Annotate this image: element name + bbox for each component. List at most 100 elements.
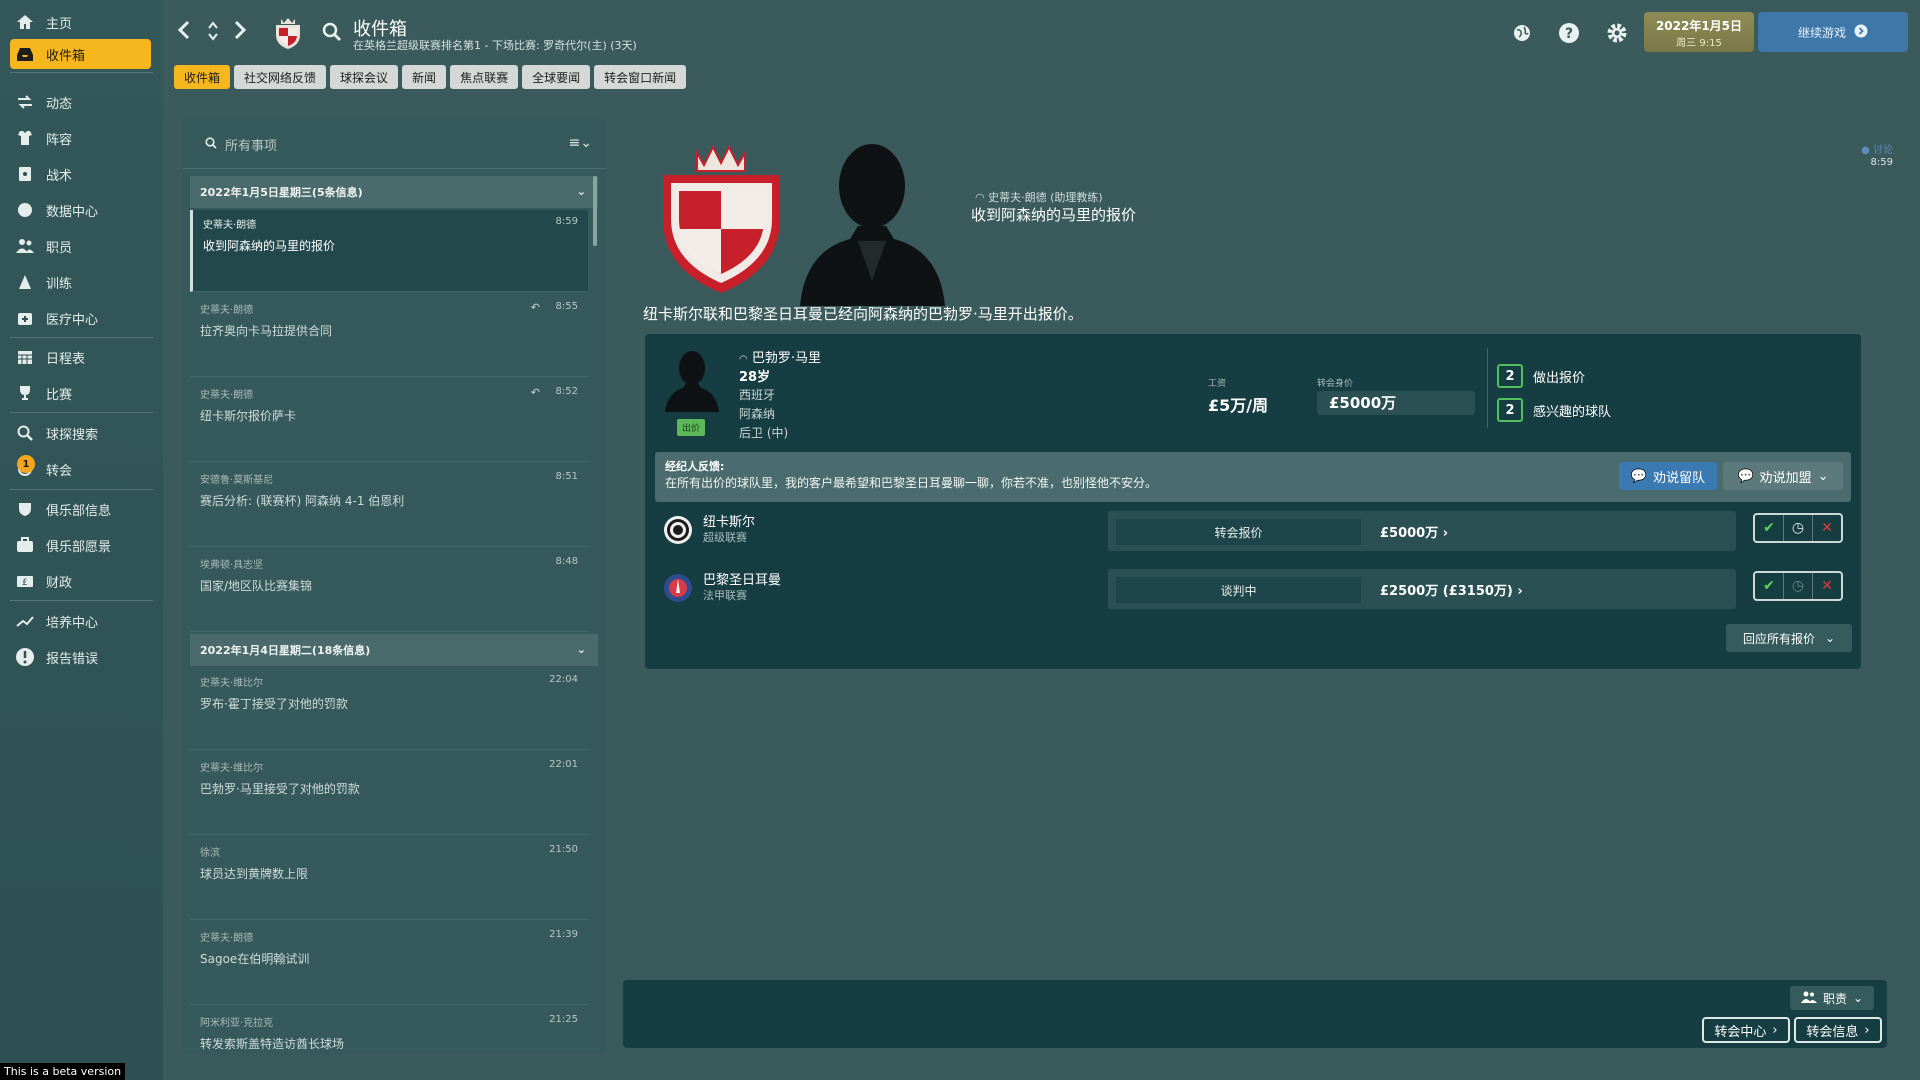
club-crest-icon[interactable] xyxy=(273,16,303,50)
sidebar-item-training[interactable]: 训练 xyxy=(10,267,151,297)
player-nationality: 西班牙 xyxy=(739,388,776,402)
tab-social-feedback[interactable]: 社交网络反馈 xyxy=(234,65,327,89)
sidebar-item-calendar[interactable]: 日程表 xyxy=(10,342,151,372)
search-icon[interactable] xyxy=(322,22,342,46)
sidebar-item-club-vision[interactable]: 俱乐部愿景 xyxy=(10,530,151,560)
svg-text:?: ? xyxy=(1565,26,1573,42)
sidebar-item-squad[interactable]: 阵容 xyxy=(10,123,151,153)
tab-scout-meeting[interactable]: 球探会议 xyxy=(330,65,399,89)
gear-icon[interactable] xyxy=(1606,22,1628,44)
accept-icon[interactable]: ✔ xyxy=(1755,515,1784,541)
tab-focus-leagues[interactable]: 焦点联赛 xyxy=(450,65,519,89)
sidebar-item-label: 培养中心 xyxy=(46,615,99,631)
persuade-stay-button[interactable]: 💬 劝说留队 xyxy=(1619,462,1717,490)
continue-button[interactable]: 继续游戏 xyxy=(1758,12,1908,52)
sidebar-item-home[interactable]: 主页 xyxy=(10,7,151,37)
inbox-search[interactable]: 所有事项 xyxy=(205,135,277,154)
list-item[interactable]: 史蒂夫·朗德 21:39 Sagoe在伯明翰试训 xyxy=(190,923,588,1005)
msg-sender: 史蒂夫·朗德 xyxy=(200,305,254,316)
sidebar-item-finances[interactable]: £ 财政 xyxy=(10,566,151,596)
transfer-info-button[interactable]: 转会信息 › xyxy=(1794,1017,1882,1043)
sale-tag: 出价 xyxy=(677,419,706,436)
reply-icon: ↶ xyxy=(530,386,540,399)
sidebar-item-club-info[interactable]: 俱乐部信息 xyxy=(10,494,151,524)
tab-transfer-window-news[interactable]: 转会窗口新闻 xyxy=(594,65,687,89)
transfer-centre-button[interactable]: 转会中心 › xyxy=(1702,1017,1790,1043)
vision-icon xyxy=(15,535,35,555)
msg-sender: 徐滨 xyxy=(200,848,220,859)
discuss-label: 讨论 xyxy=(1873,145,1893,156)
interested-clubs-stat[interactable]: 2 感兴趣的球队 xyxy=(1497,398,1611,422)
sidebar-item-inbox[interactable]: 收件箱 xyxy=(10,39,151,69)
list-item[interactable]: 史蒂夫·朗德 ↶ 8:55 拉齐奥向卡马拉提供合同 xyxy=(190,295,588,377)
game-date[interactable]: 2022年1月5日 周三 9:15 xyxy=(1644,12,1754,52)
discuss-link[interactable]: ● 讨论 xyxy=(1861,141,1893,156)
up-down-icon[interactable] xyxy=(207,20,219,47)
message-time: 8:59 xyxy=(1870,157,1893,168)
sidebar-item-data-hub[interactable]: 数据中心 xyxy=(10,195,151,225)
chat-bubble-icon: 💬 xyxy=(1630,468,1648,484)
tab-bar: 收件箱 社交网络反馈 球探会议 新闻 焦点联赛 全球要闻 转会窗口新闻 xyxy=(174,65,687,89)
msg-sender: 史蒂夫·朗德 xyxy=(203,220,257,231)
sidebar-item-tactics[interactable]: 战术 xyxy=(10,159,151,189)
sidebar-item-medical[interactable]: 医疗中心 xyxy=(10,303,151,333)
offer-amount[interactable]: £2500万 (£3150万) › xyxy=(1380,580,1523,599)
list-item[interactable]: 史蒂夫·朗德 ↶ 8:52 纽卡斯尔报价萨卡 xyxy=(190,380,588,462)
offer-amount[interactable]: £5000万 › xyxy=(1380,522,1448,541)
date-group-header[interactable]: 2022年1月4日星期二(18条信息) ⌄ xyxy=(190,634,598,666)
reject-icon[interactable]: ✕ xyxy=(1813,573,1841,599)
inbox-list: 所有事项 ≡⌄ 2022年1月5日星期三(5条信息) ⌄ 史蒂夫·朗德 8:59… xyxy=(183,119,606,1054)
persuade-join-button[interactable]: 💬 劝说加盟 ⌄ xyxy=(1723,462,1843,490)
date-group-header[interactable]: 2022年1月5日星期三(5条信息) ⌄ xyxy=(190,176,598,208)
list-item[interactable]: 阿米利亚·克拉克 21:25 转发索斯盖特造访酋长球场 xyxy=(190,1008,588,1054)
transfer-value-label: 转会身价 xyxy=(1317,379,1354,389)
list-item[interactable]: 史蒂夫·维比尔 22:01 巴勃罗·马里接受了对他的罚款 xyxy=(190,753,588,835)
filter-menu-icon[interactable]: ≡⌄ xyxy=(569,135,592,151)
list-item[interactable]: 史蒂夫·朗德 8:59 收到阿森纳的马里的报价 xyxy=(190,210,588,292)
back-arrow-icon[interactable] xyxy=(177,20,191,45)
reject-icon[interactable]: ✕ xyxy=(1813,515,1841,541)
tab-news[interactable]: 新闻 xyxy=(402,65,447,89)
msg-time: 8:48 xyxy=(555,556,578,567)
offers-made-stat[interactable]: 2 做出报价 xyxy=(1497,364,1585,388)
sidebar-item-scouting[interactable]: 球探搜索 xyxy=(10,418,151,448)
globe-icon[interactable] xyxy=(1511,22,1533,44)
accept-icon[interactable]: ✔ xyxy=(1755,573,1784,599)
message-detail: ◠ 史蒂夫·朗德 (助理教练) 收到阿森纳的马里的报价 ● 讨论 8:59 纽卡… xyxy=(615,119,1905,1049)
tab-inbox[interactable]: 收件箱 xyxy=(174,65,231,89)
player-name[interactable]: ◠ 巴勃罗·马里 xyxy=(739,347,821,366)
transfer-value: £5000万 xyxy=(1317,391,1475,415)
msg-sender: 史蒂夫·朗德 xyxy=(200,390,254,401)
offers-made-count: 2 xyxy=(1497,364,1523,388)
list-scrollbar[interactable] xyxy=(593,176,597,246)
psg-badge-icon[interactable] xyxy=(663,573,693,603)
sidebar-item-competitions[interactable]: 比赛 xyxy=(10,378,151,408)
newcastle-badge-icon[interactable] xyxy=(663,515,693,545)
help-icon[interactable]: ? xyxy=(1558,22,1580,44)
sidebar-item-development[interactable]: 培养中心 xyxy=(10,606,151,636)
medical-icon xyxy=(15,308,35,328)
staff-responsibilities-button[interactable]: 职责 ⌄ xyxy=(1790,986,1874,1010)
data-hub-icon xyxy=(15,200,35,220)
msg-time: 8:51 xyxy=(555,471,578,482)
club-name[interactable]: 纽卡斯尔 xyxy=(703,511,755,530)
sidebar-item-report-bug[interactable]: 报告错误 xyxy=(10,642,151,672)
development-icon xyxy=(15,611,35,631)
sidebar-item-dynamics[interactable]: 动态 xyxy=(10,87,151,117)
respond-all-offers-button[interactable]: 回应所有报价 ⌄ xyxy=(1726,624,1852,652)
club-name[interactable]: 巴黎圣日耳曼 xyxy=(703,569,781,588)
player-silhouette-image[interactable] xyxy=(665,348,719,412)
sidebar-item-label: 转会 xyxy=(46,463,73,479)
tab-world-news[interactable]: 全球要闻 xyxy=(522,65,591,89)
negotiate-clock-icon[interactable]: ◷ xyxy=(1784,515,1813,541)
club-league: 超级联赛 xyxy=(703,531,747,544)
list-item[interactable]: 安德鲁·莫斯基尼 8:51 赛后分析: (联赛杯) 阿森纳 4-1 伯恩利 xyxy=(190,465,588,547)
wage-label: 工资 xyxy=(1208,379,1227,389)
sidebar-item-staff[interactable]: 职员 xyxy=(10,231,151,261)
forward-arrow-icon[interactable] xyxy=(233,20,247,45)
chevron-down-icon: ⌄ xyxy=(1817,468,1829,484)
list-item[interactable]: 徐滨 21:50 球员达到黄牌数上限 xyxy=(190,838,588,920)
list-item[interactable]: 埃弗顿·具志坚 8:48 国家/地区队比赛集锦 xyxy=(190,550,588,632)
list-item[interactable]: 史蒂夫·维比尔 22:04 罗布·霍丁接受了对他的罚款 xyxy=(190,668,588,750)
club-crest-icon[interactable] xyxy=(659,139,784,297)
